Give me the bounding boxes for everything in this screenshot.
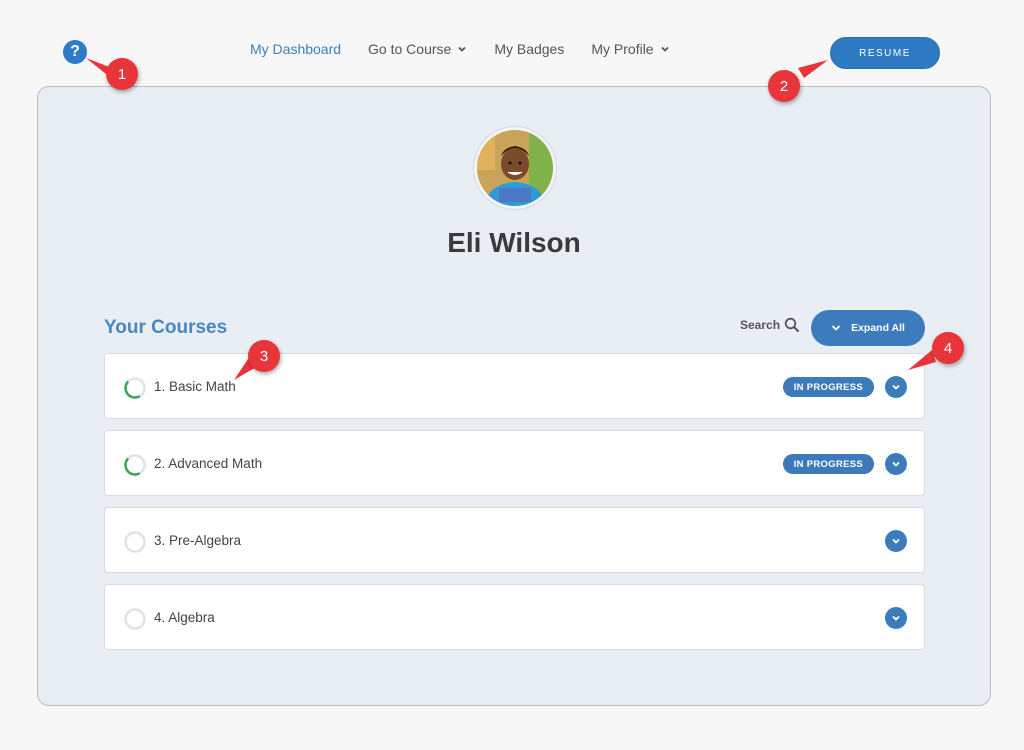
course-title: 2. Advanced Math xyxy=(154,455,263,471)
nav-item-my-profile[interactable]: My Profile xyxy=(591,39,669,59)
course-title: 1. Basic Math xyxy=(154,378,236,394)
chevron-down-icon xyxy=(892,384,900,390)
chevron-down-icon xyxy=(831,325,841,331)
avatar xyxy=(474,127,556,209)
chevron-down-icon xyxy=(892,538,900,544)
course-row-algebra[interactable]: 4. Algebra xyxy=(104,584,925,650)
search-icon xyxy=(784,317,800,333)
search-button[interactable]: Search xyxy=(740,317,800,333)
top-nav: My Dashboard Go to Course My Badges My P… xyxy=(250,39,670,59)
course-row-basic-math[interactable]: 1. Basic Math IN PROGRESS xyxy=(104,353,925,419)
nav-item-my-dashboard[interactable]: My Dashboard xyxy=(250,39,341,59)
nav-label: My Dashboard xyxy=(250,41,342,57)
resume-button[interactable]: RESUME xyxy=(830,37,940,69)
progress-ring-icon xyxy=(124,454,146,476)
progress-ring-icon xyxy=(124,531,146,553)
expand-all-button[interactable]: Expand All xyxy=(811,310,925,346)
course-row-advanced-math[interactable]: 2. Advanced Math IN PROGRESS xyxy=(104,430,925,496)
callout-marker-1: 1 xyxy=(106,58,138,90)
chevron-down-icon xyxy=(458,46,466,52)
search-label: Search xyxy=(740,318,781,332)
nav-label: My Profile xyxy=(591,41,654,57)
nav-label: My Badges xyxy=(494,41,565,57)
progress-track xyxy=(124,531,146,553)
avatar-image xyxy=(477,130,553,206)
progress-ring-icon xyxy=(124,608,146,630)
course-row-pre-algebra[interactable]: 3. Pre-Algebra xyxy=(104,507,925,573)
chevron-down-icon xyxy=(892,615,900,621)
user-name: Eli Wilson xyxy=(447,227,581,258)
nav-item-go-to-course[interactable]: Go to Course xyxy=(368,39,467,59)
progress-track xyxy=(124,608,146,630)
progress-ring-icon xyxy=(124,377,146,399)
callout-marker-4: 4 xyxy=(932,332,964,364)
expand-course-button[interactable] xyxy=(885,453,907,475)
course-title: 4. Algebra xyxy=(154,609,215,625)
nav-item-my-badges[interactable]: My Badges xyxy=(494,39,564,59)
nav-label: Go to Course xyxy=(368,41,452,57)
status-badge: IN PROGRESS xyxy=(782,377,874,397)
expand-all-label: Expand All xyxy=(851,322,905,334)
course-list: 1. Basic Math IN PROGRESS 2. Advanced Ma… xyxy=(104,353,925,661)
section-title: Your Courses xyxy=(104,317,228,338)
expand-course-button[interactable] xyxy=(885,607,907,629)
dashboard-panel: Eli Wilson Your Courses Search Expand Al… xyxy=(37,86,991,706)
chevron-down-icon xyxy=(660,46,669,52)
callout-marker-2: 2 xyxy=(768,70,800,102)
course-title: 3. Pre-Algebra xyxy=(154,532,242,548)
callout-marker-3: 3 xyxy=(248,340,280,372)
status-badge: IN PROGRESS xyxy=(782,454,874,474)
expand-course-button[interactable] xyxy=(885,376,907,398)
expand-course-button[interactable] xyxy=(885,530,907,552)
chevron-down-icon xyxy=(892,461,900,467)
